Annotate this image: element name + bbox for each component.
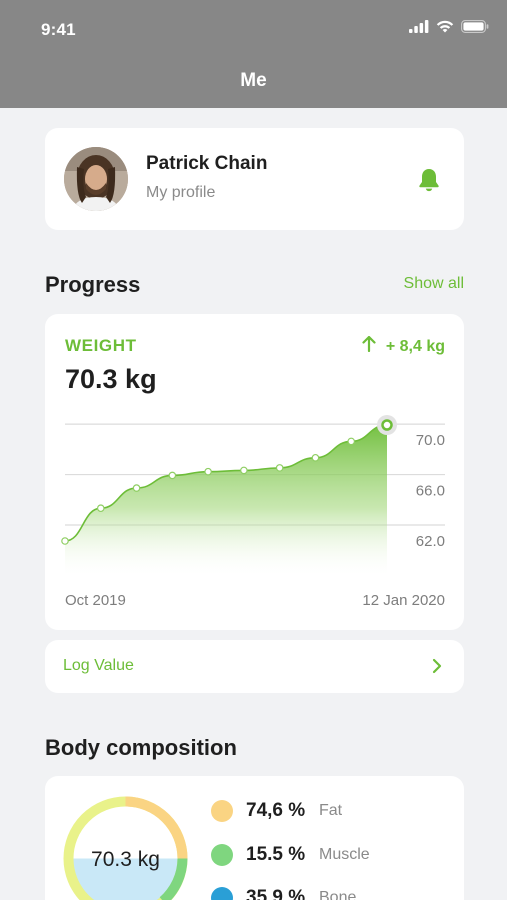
- page-title: Me: [240, 70, 267, 91]
- progress-title: Progress: [45, 272, 141, 297]
- log-value-button[interactable]: Log Value: [45, 640, 464, 693]
- weight-area: [65, 425, 387, 576]
- y-tick-label: 62.0: [416, 533, 445, 550]
- muscle-label: Muscle: [319, 846, 370, 863]
- signal-icon: [409, 20, 429, 38]
- top-header: 9:41 Me: [0, 0, 507, 108]
- status-icons: [409, 20, 489, 38]
- chevron-right-icon: [432, 658, 442, 679]
- fat-value: 74,6 %: [246, 800, 306, 821]
- muscle-dot: [211, 844, 233, 866]
- log-value-label: Log Value: [63, 657, 134, 674]
- weight-chart-card[interactable]: WEIGHT 70.3 kg + 8,4 kg 70.0 66.0 62.0 Oct…: [45, 314, 464, 630]
- body-composition-card[interactable]: 70.3 kg 74,6 % Fat 15.5 % Muscle 35.9 % …: [45, 776, 464, 900]
- fat-label: Fat: [319, 802, 343, 819]
- legend-item-muscle: 15.5 % Muscle: [211, 844, 370, 866]
- data-point: [61, 537, 69, 545]
- data-point: [132, 484, 141, 492]
- bone-value: 35.9 %: [246, 887, 306, 900]
- data-point: [204, 467, 212, 476]
- legend-item-fat: 74,6 % Fat: [211, 800, 342, 822]
- profile-subtitle[interactable]: My profile: [146, 184, 215, 202]
- bell-icon[interactable]: [417, 167, 441, 193]
- composition-total: 70.3 kg: [91, 848, 160, 871]
- wifi-icon: [436, 20, 454, 38]
- data-point: [240, 466, 248, 475]
- show-all-link[interactable]: Show all: [404, 275, 464, 293]
- data-point: [275, 464, 284, 472]
- profile-name: Patrick Chain: [146, 153, 268, 174]
- weight-chart: 70.0 66.0 62.0: [61, 415, 445, 576]
- muscle-value: 15.5 %: [246, 844, 306, 865]
- fat-dot: [211, 800, 233, 822]
- data-point: [168, 471, 177, 480]
- body-composition-title: Body composition: [45, 735, 237, 760]
- legend-item-bone: 35.9 % Bone: [211, 887, 356, 900]
- x-axis-end-label: 12 Jan 2020: [362, 592, 445, 609]
- y-tick-label: 66.0: [416, 483, 445, 500]
- data-point: [347, 437, 356, 446]
- y-tick-label: 70.0: [416, 432, 445, 449]
- avatar[interactable]: [64, 147, 128, 211]
- bone-label: Bone: [319, 889, 357, 900]
- data-point: [96, 504, 105, 513]
- bone-dot: [211, 887, 233, 900]
- x-axis-start-label: Oct 2019: [65, 592, 126, 609]
- profile-card[interactable]: Patrick Chain My profile: [45, 128, 464, 230]
- current-data-point: [381, 419, 393, 431]
- data-point: [311, 453, 320, 462]
- battery-icon: [461, 20, 489, 38]
- status-time: 9:41: [41, 20, 76, 39]
